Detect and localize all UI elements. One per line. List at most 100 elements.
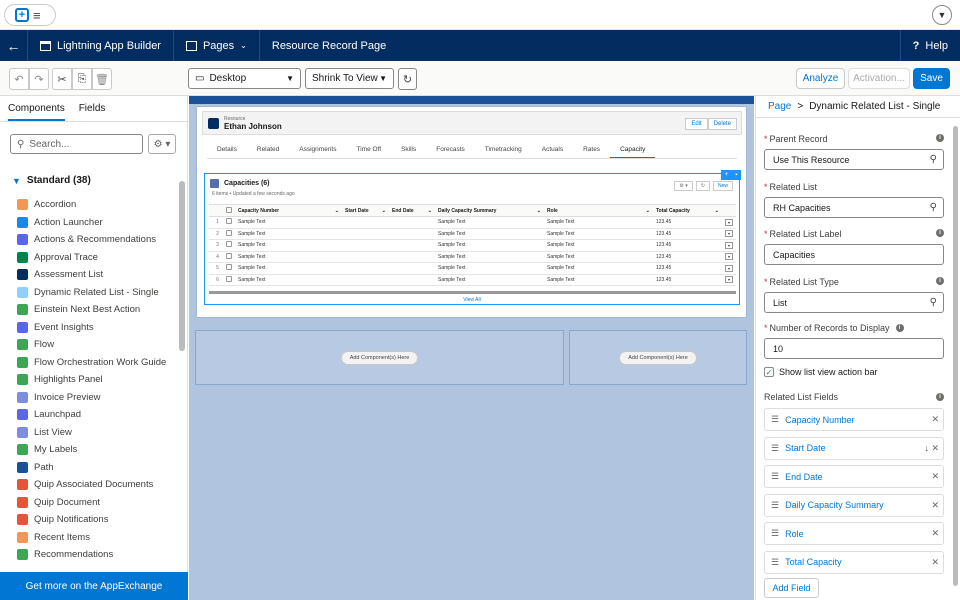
component-item[interactable]: My Labels [17, 441, 177, 459]
drag-handle-icon[interactable]: ☰ [771, 471, 779, 482]
row-checkbox[interactable] [223, 274, 235, 286]
refresh-icon[interactable]: ↻ [695, 181, 710, 191]
related-list-field-item[interactable]: ☰ Start Date ↓ ✕ [764, 436, 944, 460]
close-icon[interactable]: ✕ [931, 414, 939, 425]
component-item[interactable]: Dynamic Related List - Single [17, 284, 177, 302]
add-component-placeholder[interactable]: Add Component(s) Here [619, 350, 697, 365]
component-item[interactable]: Approval Trace [17, 249, 177, 267]
drop-zone-left[interactable]: Add Component(s) Here [195, 330, 564, 385]
arrow-down-icon[interactable]: ↓ [925, 443, 930, 453]
column-header[interactable]: Capacity Number ⌄ [235, 204, 342, 217]
record-tab[interactable]: Rates [573, 146, 610, 158]
row-checkbox[interactable] [223, 251, 235, 263]
table-horizontal-scrollbar[interactable] [209, 291, 736, 294]
left-scrollbar[interactable] [179, 181, 185, 351]
component-item[interactable]: Accordion [17, 196, 177, 214]
table-row[interactable]: 1 Sample Text Sample Text Sample Text 123.45… [209, 216, 736, 229]
component-item[interactable]: Invoice Preview [17, 389, 177, 407]
column-header[interactable]: Start Date ⌄ [342, 204, 389, 217]
save-button[interactable]: Save [913, 68, 950, 89]
record-tab[interactable]: Forecasts [426, 146, 475, 158]
new-button[interactable]: New [712, 181, 733, 191]
record-tab[interactable]: Assignments [289, 146, 346, 158]
component-item[interactable]: Einstein Next Best Action [17, 301, 177, 319]
table-row[interactable]: 4 Sample Text Sample Text Sample Text 123.45… [209, 251, 736, 263]
delete-button[interactable]: Delete [707, 118, 737, 130]
parent-record-input[interactable]: Use This Resource ⚲ [764, 149, 944, 170]
num-records-input[interactable]: 10 [764, 338, 944, 359]
column-header[interactable]: Role ⌄ [544, 204, 653, 217]
record-header[interactable]: Resource Ethan Johnson Edit Delete [202, 111, 742, 135]
row-action[interactable]: ▾ [722, 251, 736, 263]
record-tab[interactable]: Related [247, 146, 289, 158]
view-select[interactable]: Shrink To View ▼ [305, 68, 394, 89]
back-arrow-icon[interactable]: ← [0, 30, 28, 61]
show-action-bar-checkbox[interactable]: ✓ Show list view action bar [764, 367, 878, 377]
related-list-input[interactable]: RH Capacities ⚲ [764, 197, 944, 218]
add-field-button[interactable]: Add Field [764, 578, 819, 598]
component-item[interactable]: Highlights Panel [17, 371, 177, 389]
info-icon[interactable]: i [936, 393, 944, 401]
copy-icon[interactable]: ⎘ [72, 68, 92, 90]
record-tab[interactable]: Skills [391, 146, 426, 158]
component-item[interactable]: Recommendations [17, 546, 177, 564]
settings-menu-button[interactable]: ⚙ ▾ [148, 134, 176, 154]
component-item[interactable]: Event Insights [17, 319, 177, 337]
close-icon[interactable]: ✕ [931, 471, 939, 482]
drag-handle-icon[interactable]: ☰ [771, 414, 779, 425]
pages-menu[interactable]: Pages ⌄ [174, 30, 260, 61]
related-list-field-item[interactable]: ☰ End Date ✕ [764, 465, 944, 488]
drag-handle-icon[interactable]: ☰ [771, 500, 779, 511]
related-list-field-item[interactable]: ☰ Total Capacity ✕ [764, 550, 944, 574]
undo-icon[interactable]: ↶ [9, 68, 29, 90]
row-checkbox[interactable] [223, 262, 235, 275]
row-checkbox[interactable] [223, 239, 235, 252]
row-checkbox[interactable] [223, 216, 235, 229]
table-row[interactable]: 2 Sample Text Sample Text Sample Text 123.45… [209, 228, 736, 240]
component-item[interactable]: Quip Document [17, 494, 177, 512]
component-item[interactable]: Recent Items [17, 529, 177, 547]
table-row[interactable]: 3 Sample Text Sample Text Sample Text 123.45… [209, 239, 736, 252]
row-checkbox[interactable] [223, 228, 235, 240]
info-icon[interactable]: i [936, 134, 944, 142]
component-item[interactable]: List View [17, 424, 177, 442]
refresh-icon[interactable]: ↻ [398, 68, 417, 90]
app-launcher-button[interactable]: + ≡ [4, 4, 56, 26]
record-tab[interactable]: Details [207, 146, 247, 158]
component-item[interactable]: Launchpad [17, 406, 177, 424]
redo-icon[interactable]: ↷ [29, 68, 49, 90]
search-input[interactable]: ⚲ Search... [10, 134, 143, 154]
row-action[interactable]: ▾ [722, 239, 736, 252]
drag-handle-icon[interactable]: ☰ [771, 443, 779, 454]
close-icon[interactable]: ✕ [931, 557, 939, 568]
component-item[interactable]: Quip Associated Documents [17, 476, 177, 494]
component-item[interactable]: Flow Orchestration Work Guide [17, 354, 177, 372]
component-item[interactable]: Assessment List [17, 266, 177, 284]
row-action[interactable]: ▾ [722, 228, 736, 240]
cut-icon[interactable]: ✂ [52, 68, 72, 90]
drop-zone-right[interactable]: Add Component(s) Here [569, 330, 747, 385]
record-tab[interactable]: Actuals [532, 146, 573, 158]
tab-components[interactable]: Components [8, 96, 65, 121]
component-item[interactable]: Actions & Recommendations [17, 231, 177, 249]
breadcrumb-page-link[interactable]: Page [768, 101, 791, 112]
chevron-down-icon[interactable]: ▼ [932, 5, 952, 25]
related-list-field-item[interactable]: ☰ Role ✕ [764, 522, 944, 545]
component-item[interactable]: Action Launcher [17, 214, 177, 232]
info-icon[interactable]: i [936, 229, 944, 237]
analyze-button[interactable]: Analyze [796, 68, 845, 89]
delete-icon[interactable]: 🗑 [92, 68, 112, 90]
close-icon[interactable]: ✕ [931, 528, 939, 539]
select-all-checkbox[interactable] [223, 204, 235, 217]
related-list-label-input[interactable]: Capacities [764, 244, 944, 265]
record-card[interactable]: Resource Ethan Johnson Edit Delete Detai… [196, 106, 747, 318]
table-row[interactable]: 6 Sample Text Sample Text Sample Text 123.45… [209, 274, 736, 286]
column-header[interactable]: Total Capacity ⌄ [653, 204, 722, 217]
row-action[interactable]: ▾ [722, 274, 736, 286]
edit-button[interactable]: Edit [685, 118, 708, 130]
info-icon[interactable]: i [936, 277, 944, 285]
tab-fields[interactable]: Fields [79, 96, 106, 121]
record-tab[interactable]: Timetracking [475, 146, 532, 158]
record-tab[interactable]: Time Off [347, 146, 392, 158]
component-item[interactable]: Flow [17, 336, 177, 354]
